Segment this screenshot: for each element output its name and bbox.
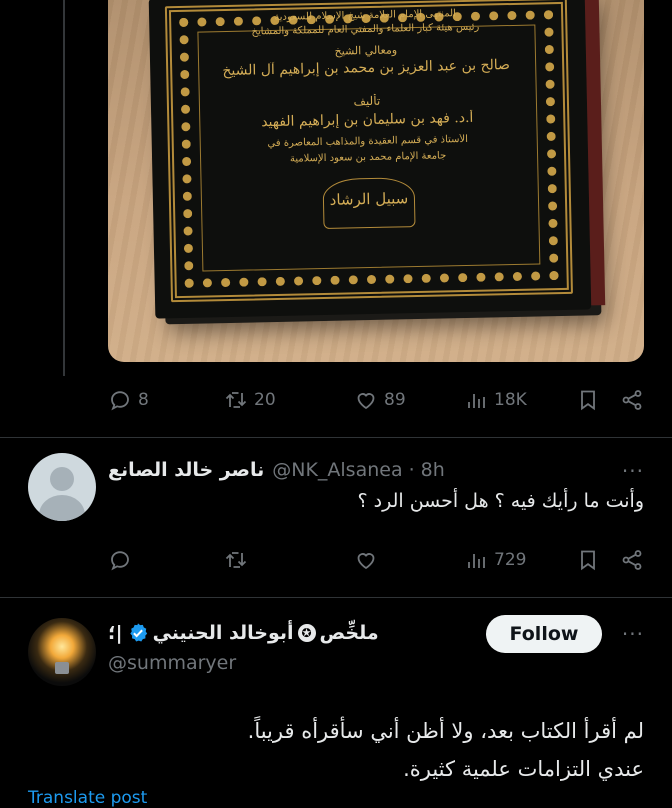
avatar-head-shape — [50, 467, 74, 491]
bookmark-icon — [581, 390, 595, 411]
reply-text: وأنت ما رأيك فيه ؟ هل أحسن الرد ؟ — [357, 490, 644, 512]
more-icon[interactable]: ··· — [622, 459, 644, 483]
views-count: 729 — [494, 550, 527, 570]
author-name[interactable]: أبوخالد الحنيني — [153, 622, 294, 644]
reply-button[interactable] — [108, 548, 224, 572]
separator-dot: · — [408, 459, 415, 481]
verified-icon — [129, 623, 147, 642]
author-name-suffix[interactable]: ملخِّص — [320, 622, 379, 644]
reply-timestamp[interactable]: 8h — [421, 459, 445, 481]
share-button[interactable] — [620, 548, 644, 572]
like-icon — [357, 393, 375, 410]
post-text-line: لم أقرأ الكتاب بعد، ولا أظن أني سأقرأه ق… — [247, 719, 644, 743]
book-cover: المنتهى الإمام العلامة شيخ الإسلام للسعو… — [148, 0, 606, 319]
reply-author-handle[interactable]: @NK_Alsanea — [272, 459, 402, 481]
post-author-name-row: ؛| أبوخالد الحنيني ✪ ملخِّص — [108, 622, 379, 644]
share-icon — [622, 390, 642, 410]
reply-count: 8 — [138, 390, 149, 410]
post-text-line: عندي التزامات علمية كثيرة. — [403, 757, 644, 781]
more-icon[interactable]: ··· — [622, 622, 644, 646]
avatar-lightbulb[interactable] — [28, 618, 96, 686]
tweet-action-bar: 8 20 89 18K — [108, 385, 644, 415]
views-icon — [468, 394, 485, 408]
views-button[interactable]: 18K — [464, 388, 572, 412]
views-count: 18K — [494, 390, 527, 410]
retweet-icon — [225, 392, 247, 408]
post-text: لم أقرأ الكتاب بعد، ولا أظن أني سأقرأه ق… — [108, 712, 644, 788]
like-count: 89 — [384, 390, 406, 410]
reply-icon — [111, 391, 129, 411]
retweet-button[interactable] — [224, 548, 354, 572]
translate-post-link[interactable]: Translate post — [28, 788, 147, 808]
like-button[interactable] — [354, 548, 464, 572]
star-badge-icon: ✪ — [297, 624, 316, 642]
avatar-default[interactable] — [28, 453, 96, 521]
reply-icon — [111, 551, 129, 571]
post-author-handle[interactable]: @summaryer — [108, 652, 236, 674]
author-name-prefix[interactable]: ؛| — [108, 622, 123, 644]
bulb-base-shape — [55, 662, 69, 674]
author-handle[interactable]: @summaryer — [108, 652, 236, 674]
views-button[interactable]: 729 — [464, 548, 572, 572]
tweet-media-image[interactable]: المنتهى الإمام العلامة شيخ الإسلام للسعو… — [108, 0, 644, 362]
reply-header: ناصر خالد الصانع @NK_Alsanea · 8h — [108, 459, 445, 481]
bookmark-button[interactable] — [576, 548, 600, 572]
share-button[interactable] — [620, 388, 644, 412]
retweet-count: 20 — [254, 390, 276, 410]
retweet-button[interactable]: 20 — [224, 388, 354, 412]
bookmark-icon — [581, 550, 595, 571]
retweet-icon — [225, 552, 247, 568]
bookmark-button[interactable] — [576, 388, 600, 412]
reply-author-name[interactable]: ناصر خالد الصانع — [108, 459, 264, 481]
avatar-body-shape — [39, 495, 85, 521]
like-icon — [357, 553, 375, 570]
follow-button[interactable]: Follow — [486, 615, 602, 653]
thread-connector-line — [63, 0, 65, 376]
divider — [0, 437, 672, 438]
share-icon — [622, 550, 642, 570]
divider — [0, 597, 672, 598]
reply-action-bar: 729 — [108, 545, 644, 575]
views-icon — [468, 554, 485, 568]
reply-button[interactable]: 8 — [108, 388, 224, 412]
like-button[interactable]: 89 — [354, 388, 464, 412]
